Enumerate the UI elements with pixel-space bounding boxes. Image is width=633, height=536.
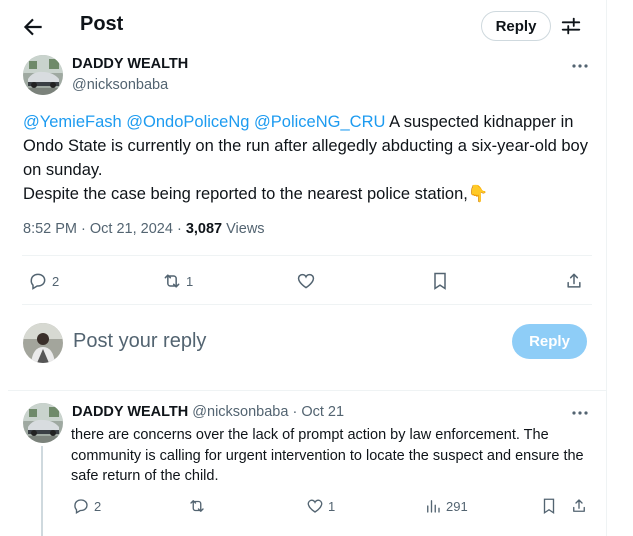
reply-action[interactable]: 2 bbox=[28, 271, 59, 291]
header: Post Reply bbox=[0, 0, 606, 53]
divider bbox=[22, 304, 592, 305]
repost-icon bbox=[190, 500, 204, 512]
reply-count: 2 bbox=[52, 273, 60, 289]
mention-link[interactable]: @OndoPoliceNg bbox=[126, 113, 249, 131]
views-label: Views bbox=[226, 221, 265, 237]
reply-header: DADDY WEALTH @nicksonbaba · Oct 21 bbox=[72, 404, 344, 420]
avatar[interactable] bbox=[23, 55, 63, 95]
avatar[interactable] bbox=[23, 323, 63, 363]
post-page: Post Reply DADDY WEALTH @nicksonbaba @Ye… bbox=[0, 0, 607, 536]
more-options-icon[interactable] bbox=[570, 59, 590, 73]
comment-icon bbox=[30, 273, 46, 290]
adjust-settings-icon[interactable] bbox=[560, 15, 582, 37]
reply-text: there are concerns over the lack of prom… bbox=[71, 427, 584, 484]
bookmark-icon bbox=[434, 272, 446, 290]
like-count: 1 bbox=[328, 498, 336, 514]
mention-link[interactable]: @PoliceNG_CRU bbox=[254, 113, 385, 131]
author-handle[interactable]: @nicksonbaba bbox=[192, 404, 288, 420]
views-action[interactable]: 291 bbox=[424, 497, 468, 515]
repost-action[interactable] bbox=[188, 497, 206, 515]
avatar[interactable] bbox=[23, 403, 63, 443]
pointing-down-emoji: 👇 bbox=[467, 185, 489, 203]
page-title: Post bbox=[80, 13, 124, 35]
repost-count: 1 bbox=[186, 273, 194, 289]
reply-input[interactable]: Post your reply bbox=[73, 330, 206, 353]
author-name[interactable]: DADDY WEALTH bbox=[72, 56, 188, 72]
comment-icon bbox=[74, 499, 88, 514]
back-arrow-icon[interactable] bbox=[20, 14, 46, 40]
post-date[interactable]: Oct 21, 2024 bbox=[90, 221, 173, 237]
mention-link[interactable]: @YemieFash bbox=[23, 113, 122, 131]
author-handle[interactable]: @nicksonbaba bbox=[72, 77, 168, 93]
analytics-icon bbox=[427, 500, 440, 513]
heart-icon bbox=[297, 273, 315, 289]
like-action[interactable]: 1 bbox=[306, 497, 335, 515]
reply-button[interactable]: Reply bbox=[481, 11, 551, 41]
bookmark-action[interactable] bbox=[430, 271, 450, 291]
reply-submit-button[interactable]: Reply bbox=[512, 324, 587, 359]
post-time[interactable]: 8:52 PM bbox=[23, 221, 77, 237]
like-action[interactable] bbox=[296, 271, 316, 291]
post-body-second: Despite the case being reported to the n… bbox=[23, 185, 468, 203]
author-name[interactable]: DADDY WEALTH bbox=[72, 404, 188, 420]
divider bbox=[22, 255, 592, 256]
views-count: 291 bbox=[446, 498, 468, 514]
reply-count: 2 bbox=[94, 498, 102, 514]
reply-date[interactable]: Oct 21 bbox=[301, 404, 344, 420]
post-text: @YemieFash @OndoPoliceNg @PoliceNG_CRU A… bbox=[23, 110, 593, 206]
thread-line bbox=[41, 446, 43, 536]
heart-icon bbox=[307, 499, 323, 513]
repost-icon bbox=[164, 274, 180, 288]
share-icon bbox=[567, 273, 581, 288]
repost-action[interactable]: 1 bbox=[162, 271, 193, 291]
post-meta: 8:52 PM · Oct 21, 2024 · 3,087 Views bbox=[23, 221, 265, 237]
reply-action[interactable]: 2 bbox=[72, 497, 101, 515]
bookmark-icon bbox=[543, 498, 555, 515]
share-icon bbox=[573, 499, 585, 512]
divider bbox=[8, 390, 606, 391]
bookmark-action[interactable] bbox=[540, 497, 558, 515]
more-options-icon[interactable] bbox=[570, 406, 590, 420]
share-action[interactable] bbox=[570, 497, 588, 515]
separator: · bbox=[292, 404, 298, 420]
views-count: 3,087 bbox=[185, 221, 223, 237]
share-action[interactable] bbox=[564, 271, 584, 291]
